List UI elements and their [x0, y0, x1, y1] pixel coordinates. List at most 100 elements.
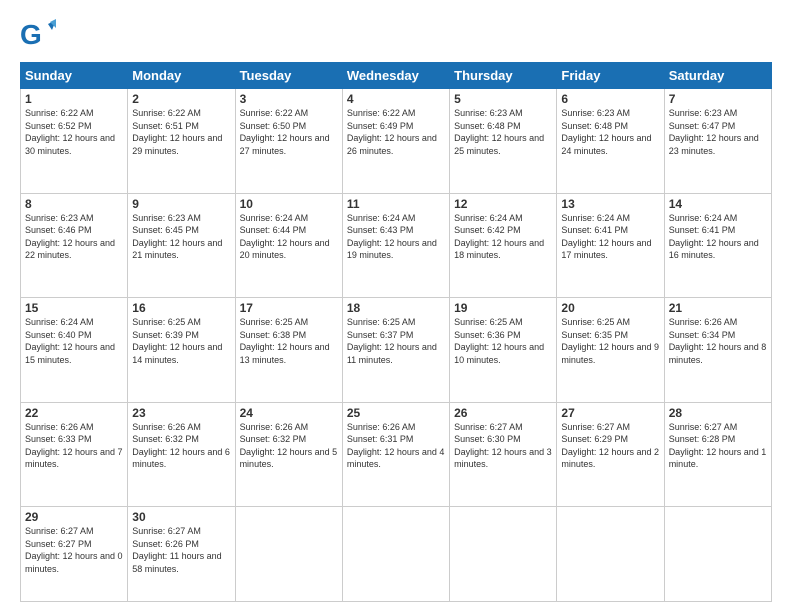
day-info: Sunrise: 6:26 AMSunset: 6:31 PMDaylight:…	[347, 421, 445, 471]
calendar-cell: 4Sunrise: 6:22 AMSunset: 6:49 PMDaylight…	[342, 89, 449, 194]
day-info: Sunrise: 6:24 AMSunset: 6:40 PMDaylight:…	[25, 316, 123, 366]
day-info: Sunrise: 6:25 AMSunset: 6:39 PMDaylight:…	[132, 316, 230, 366]
calendar-cell: 7Sunrise: 6:23 AMSunset: 6:47 PMDaylight…	[664, 89, 771, 194]
day-number: 6	[561, 92, 659, 106]
day-number: 13	[561, 197, 659, 211]
calendar-cell: 25Sunrise: 6:26 AMSunset: 6:31 PMDayligh…	[342, 402, 449, 507]
day-info: Sunrise: 6:25 AMSunset: 6:37 PMDaylight:…	[347, 316, 445, 366]
calendar-week-row: 15Sunrise: 6:24 AMSunset: 6:40 PMDayligh…	[21, 298, 772, 403]
day-number: 3	[240, 92, 338, 106]
day-info: Sunrise: 6:22 AMSunset: 6:51 PMDaylight:…	[132, 107, 230, 157]
calendar-cell: 13Sunrise: 6:24 AMSunset: 6:41 PMDayligh…	[557, 193, 664, 298]
day-info: Sunrise: 6:27 AMSunset: 6:29 PMDaylight:…	[561, 421, 659, 471]
calendar-cell: 29Sunrise: 6:27 AMSunset: 6:27 PMDayligh…	[21, 507, 128, 602]
day-info: Sunrise: 6:25 AMSunset: 6:36 PMDaylight:…	[454, 316, 552, 366]
day-info: Sunrise: 6:27 AMSunset: 6:26 PMDaylight:…	[132, 525, 230, 575]
logo: G	[20, 16, 60, 52]
day-info: Sunrise: 6:24 AMSunset: 6:41 PMDaylight:…	[669, 212, 767, 262]
day-info: Sunrise: 6:24 AMSunset: 6:42 PMDaylight:…	[454, 212, 552, 262]
calendar-cell: 10Sunrise: 6:24 AMSunset: 6:44 PMDayligh…	[235, 193, 342, 298]
calendar-cell	[557, 507, 664, 602]
day-number: 22	[25, 406, 123, 420]
col-tuesday: Tuesday	[235, 63, 342, 89]
calendar-week-row: 29Sunrise: 6:27 AMSunset: 6:27 PMDayligh…	[21, 507, 772, 602]
calendar-cell: 17Sunrise: 6:25 AMSunset: 6:38 PMDayligh…	[235, 298, 342, 403]
calendar-cell: 5Sunrise: 6:23 AMSunset: 6:48 PMDaylight…	[450, 89, 557, 194]
day-number: 28	[669, 406, 767, 420]
day-info: Sunrise: 6:26 AMSunset: 6:32 PMDaylight:…	[132, 421, 230, 471]
day-number: 15	[25, 301, 123, 315]
day-number: 25	[347, 406, 445, 420]
day-number: 1	[25, 92, 123, 106]
day-number: 12	[454, 197, 552, 211]
day-number: 17	[240, 301, 338, 315]
day-info: Sunrise: 6:27 AMSunset: 6:30 PMDaylight:…	[454, 421, 552, 471]
calendar-cell: 9Sunrise: 6:23 AMSunset: 6:45 PMDaylight…	[128, 193, 235, 298]
day-number: 26	[454, 406, 552, 420]
day-info: Sunrise: 6:27 AMSunset: 6:28 PMDaylight:…	[669, 421, 767, 471]
calendar-cell: 20Sunrise: 6:25 AMSunset: 6:35 PMDayligh…	[557, 298, 664, 403]
calendar-cell: 18Sunrise: 6:25 AMSunset: 6:37 PMDayligh…	[342, 298, 449, 403]
calendar-cell: 26Sunrise: 6:27 AMSunset: 6:30 PMDayligh…	[450, 402, 557, 507]
calendar-table: Sunday Monday Tuesday Wednesday Thursday…	[20, 62, 772, 602]
day-number: 7	[669, 92, 767, 106]
calendar-cell: 8Sunrise: 6:23 AMSunset: 6:46 PMDaylight…	[21, 193, 128, 298]
page: G Sunday Monday Tuesday Wed	[0, 0, 792, 612]
calendar-cell: 23Sunrise: 6:26 AMSunset: 6:32 PMDayligh…	[128, 402, 235, 507]
day-info: Sunrise: 6:23 AMSunset: 6:48 PMDaylight:…	[454, 107, 552, 157]
day-info: Sunrise: 6:26 AMSunset: 6:34 PMDaylight:…	[669, 316, 767, 366]
day-number: 2	[132, 92, 230, 106]
day-info: Sunrise: 6:22 AMSunset: 6:50 PMDaylight:…	[240, 107, 338, 157]
calendar-cell	[450, 507, 557, 602]
calendar-cell: 21Sunrise: 6:26 AMSunset: 6:34 PMDayligh…	[664, 298, 771, 403]
calendar-cell: 28Sunrise: 6:27 AMSunset: 6:28 PMDayligh…	[664, 402, 771, 507]
day-info: Sunrise: 6:22 AMSunset: 6:49 PMDaylight:…	[347, 107, 445, 157]
day-number: 19	[454, 301, 552, 315]
day-info: Sunrise: 6:26 AMSunset: 6:32 PMDaylight:…	[240, 421, 338, 471]
col-monday: Monday	[128, 63, 235, 89]
col-wednesday: Wednesday	[342, 63, 449, 89]
calendar-week-row: 1Sunrise: 6:22 AMSunset: 6:52 PMDaylight…	[21, 89, 772, 194]
calendar-cell: 30Sunrise: 6:27 AMSunset: 6:26 PMDayligh…	[128, 507, 235, 602]
col-saturday: Saturday	[664, 63, 771, 89]
day-info: Sunrise: 6:25 AMSunset: 6:35 PMDaylight:…	[561, 316, 659, 366]
day-number: 20	[561, 301, 659, 315]
calendar-week-row: 8Sunrise: 6:23 AMSunset: 6:46 PMDaylight…	[21, 193, 772, 298]
calendar-cell: 22Sunrise: 6:26 AMSunset: 6:33 PMDayligh…	[21, 402, 128, 507]
day-info: Sunrise: 6:27 AMSunset: 6:27 PMDaylight:…	[25, 525, 123, 575]
calendar-week-row: 22Sunrise: 6:26 AMSunset: 6:33 PMDayligh…	[21, 402, 772, 507]
day-info: Sunrise: 6:23 AMSunset: 6:48 PMDaylight:…	[561, 107, 659, 157]
day-number: 11	[347, 197, 445, 211]
day-number: 16	[132, 301, 230, 315]
day-number: 18	[347, 301, 445, 315]
col-sunday: Sunday	[21, 63, 128, 89]
calendar-cell	[235, 507, 342, 602]
calendar-cell: 3Sunrise: 6:22 AMSunset: 6:50 PMDaylight…	[235, 89, 342, 194]
calendar-cell: 19Sunrise: 6:25 AMSunset: 6:36 PMDayligh…	[450, 298, 557, 403]
day-info: Sunrise: 6:26 AMSunset: 6:33 PMDaylight:…	[25, 421, 123, 471]
day-info: Sunrise: 6:23 AMSunset: 6:46 PMDaylight:…	[25, 212, 123, 262]
day-info: Sunrise: 6:22 AMSunset: 6:52 PMDaylight:…	[25, 107, 123, 157]
calendar-cell: 6Sunrise: 6:23 AMSunset: 6:48 PMDaylight…	[557, 89, 664, 194]
day-info: Sunrise: 6:23 AMSunset: 6:45 PMDaylight:…	[132, 212, 230, 262]
day-number: 30	[132, 510, 230, 524]
day-info: Sunrise: 6:24 AMSunset: 6:44 PMDaylight:…	[240, 212, 338, 262]
header: G	[20, 16, 772, 52]
day-info: Sunrise: 6:23 AMSunset: 6:47 PMDaylight:…	[669, 107, 767, 157]
day-number: 24	[240, 406, 338, 420]
calendar-cell: 16Sunrise: 6:25 AMSunset: 6:39 PMDayligh…	[128, 298, 235, 403]
day-number: 23	[132, 406, 230, 420]
svg-text:G: G	[20, 19, 42, 50]
calendar-cell: 11Sunrise: 6:24 AMSunset: 6:43 PMDayligh…	[342, 193, 449, 298]
calendar-cell: 14Sunrise: 6:24 AMSunset: 6:41 PMDayligh…	[664, 193, 771, 298]
day-number: 27	[561, 406, 659, 420]
col-thursday: Thursday	[450, 63, 557, 89]
day-number: 21	[669, 301, 767, 315]
calendar-cell: 12Sunrise: 6:24 AMSunset: 6:42 PMDayligh…	[450, 193, 557, 298]
calendar-cell: 27Sunrise: 6:27 AMSunset: 6:29 PMDayligh…	[557, 402, 664, 507]
day-number: 14	[669, 197, 767, 211]
day-info: Sunrise: 6:24 AMSunset: 6:41 PMDaylight:…	[561, 212, 659, 262]
calendar-header-row: Sunday Monday Tuesday Wednesday Thursday…	[21, 63, 772, 89]
day-number: 9	[132, 197, 230, 211]
day-info: Sunrise: 6:25 AMSunset: 6:38 PMDaylight:…	[240, 316, 338, 366]
